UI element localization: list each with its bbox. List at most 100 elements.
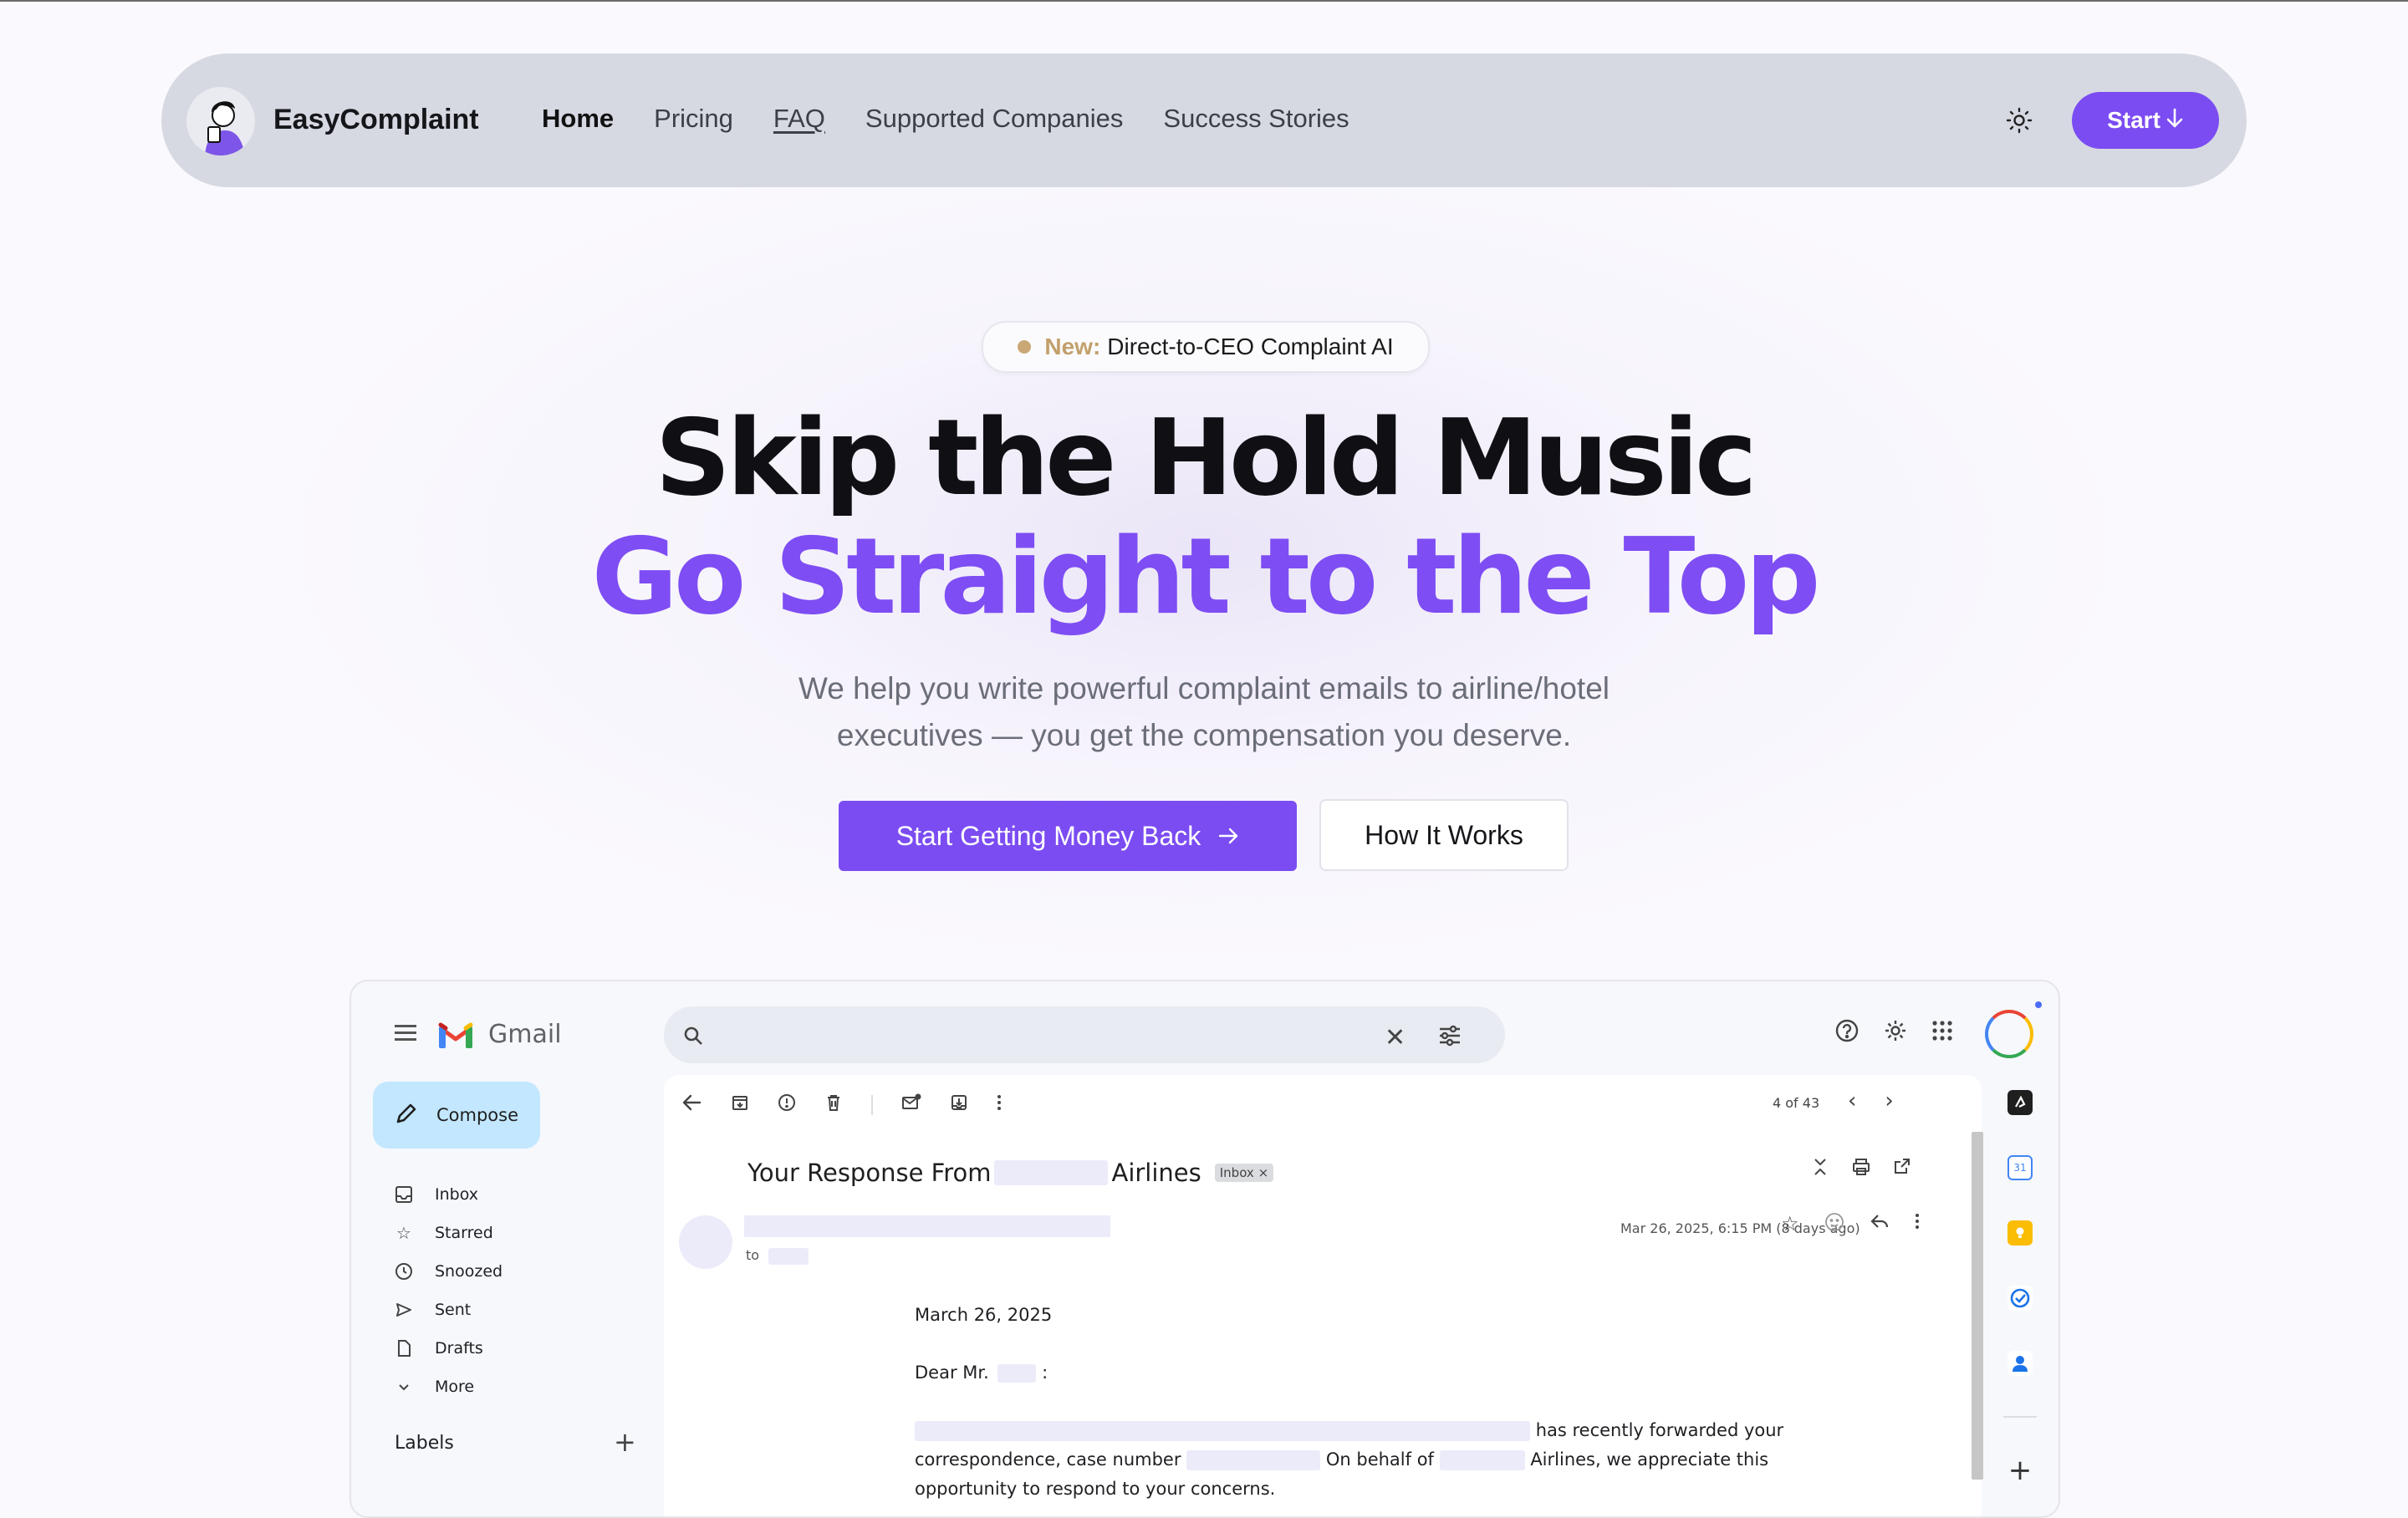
gmail-nav-label: Inbox bbox=[435, 1185, 478, 1204]
gmail-nav-inbox[interactable]: Inbox bbox=[395, 1175, 503, 1214]
how-it-works-button[interactable]: How It Works bbox=[1319, 799, 1569, 871]
start-button-label: Start bbox=[2107, 107, 2161, 133]
email-subject: Your Response From Airlines Inbox × bbox=[747, 1159, 1274, 1187]
gmail-nav-label: More bbox=[435, 1378, 475, 1396]
email-scrollbar[interactable] bbox=[1972, 1132, 1983, 1480]
redacted-block bbox=[994, 1160, 1109, 1185]
para-part-3: On behalf of bbox=[1325, 1449, 1434, 1470]
redacted-block bbox=[1186, 1450, 1321, 1470]
gmail-nav-starred[interactable]: ☆ Starred bbox=[395, 1214, 503, 1252]
contacts-icon[interactable] bbox=[2008, 1351, 2033, 1376]
gmail-nav-more[interactable]: More bbox=[395, 1368, 503, 1406]
nav-link-faq[interactable]: FAQ bbox=[773, 104, 825, 134]
email-view: 4 of 43 ‹ › Your Response From Airlines … bbox=[664, 1075, 1982, 1516]
email-body: March 26, 2025 Dear Mr. : has recently f… bbox=[915, 1301, 1793, 1504]
chevron-right-icon[interactable]: › bbox=[1885, 1088, 1893, 1113]
gmail-nav-drafts[interactable]: Drafts bbox=[395, 1329, 503, 1368]
brand-name[interactable]: EasyComplaint bbox=[273, 104, 479, 136]
logo-avatar[interactable] bbox=[186, 87, 255, 155]
redacted-block bbox=[1439, 1450, 1525, 1470]
report-spam-icon[interactable] bbox=[778, 1093, 796, 1117]
add-label-icon[interactable]: + bbox=[614, 1426, 636, 1458]
recipient-line: to bbox=[746, 1247, 809, 1265]
message-actions: ☆ bbox=[1781, 1212, 1920, 1237]
star-icon[interactable]: ☆ bbox=[1781, 1212, 1799, 1237]
gmail-nav-snoozed[interactable]: Snoozed bbox=[395, 1252, 503, 1291]
subject-actions bbox=[1811, 1157, 1911, 1182]
delete-icon[interactable] bbox=[824, 1093, 843, 1117]
inbox-label-chip[interactable]: Inbox × bbox=[1214, 1164, 1274, 1182]
star-icon: ☆ bbox=[396, 1223, 411, 1243]
more-vert-icon[interactable] bbox=[997, 1093, 1002, 1117]
archive-icon[interactable] bbox=[731, 1093, 749, 1117]
keep-icon[interactable] bbox=[2008, 1220, 2033, 1245]
search-icon[interactable] bbox=[682, 1025, 704, 1050]
pagination-controls: ‹ › bbox=[1848, 1088, 1894, 1113]
clock-icon bbox=[395, 1262, 413, 1281]
gmail-nav: Inbox ☆ Starred Snoozed Sent Drafts More bbox=[395, 1175, 503, 1406]
hero-title-line2: Go Straight to the Top bbox=[591, 515, 1820, 638]
compose-button[interactable]: Compose bbox=[373, 1082, 540, 1149]
mark-unread-icon[interactable] bbox=[901, 1093, 921, 1117]
nav-link-pricing[interactable]: Pricing bbox=[654, 104, 733, 134]
badge-dot-icon bbox=[1018, 340, 1032, 354]
menu-icon[interactable] bbox=[395, 1025, 416, 1042]
to-label: to bbox=[746, 1247, 760, 1263]
gmail-nav-sent[interactable]: Sent bbox=[395, 1291, 503, 1329]
nav-link-supported-companies[interactable]: Supported Companies bbox=[865, 104, 1123, 134]
tasks-icon[interactable] bbox=[2008, 1286, 2033, 1311]
print-icon[interactable] bbox=[1851, 1157, 1871, 1182]
gmail-nav-label: Sent bbox=[435, 1301, 472, 1319]
account-avatar-ring[interactable] bbox=[1985, 1010, 2033, 1058]
chevron-left-icon[interactable]: ‹ bbox=[1848, 1088, 1856, 1113]
reply-icon[interactable] bbox=[1870, 1212, 1890, 1237]
search-options-icon[interactable] bbox=[1438, 1025, 1462, 1050]
announcement-badge[interactable]: New: Direct-to-CEO Complaint AI bbox=[982, 321, 1430, 373]
gmail-nav-label: Starred bbox=[435, 1224, 493, 1242]
navbar: EasyComplaint Home Pricing FAQ Supported… bbox=[161, 53, 2247, 187]
subject-suffix: Airlines bbox=[1111, 1159, 1201, 1187]
gmail-top-icons bbox=[1834, 1018, 1953, 1047]
move-to-icon[interactable] bbox=[950, 1093, 968, 1117]
toolbar-divider bbox=[871, 1095, 873, 1115]
nav-link-home[interactable]: Home bbox=[542, 104, 614, 134]
gmail-search-bar[interactable]: ✕ bbox=[664, 1006, 1505, 1063]
redacted-block bbox=[915, 1421, 1530, 1441]
nav-link-success-stories[interactable]: Success Stories bbox=[1163, 104, 1349, 134]
apps-grid-icon[interactable] bbox=[1931, 1020, 1953, 1045]
window-top-border bbox=[0, 0, 2408, 2]
calendar-icon[interactable]: 31 bbox=[2008, 1155, 2033, 1180]
back-arrow-icon[interactable] bbox=[682, 1093, 702, 1117]
para-part-5: opportunity to respond to your concerns. bbox=[915, 1479, 1276, 1499]
sender-avatar bbox=[679, 1215, 732, 1269]
theme-toggle-sun-icon[interactable] bbox=[2004, 105, 2034, 135]
collapse-all-icon[interactable] bbox=[1811, 1157, 1829, 1182]
start-button[interactable]: Start bbox=[2072, 92, 2219, 149]
side-panel-rail: 31 + bbox=[1995, 1090, 2045, 1487]
hero-subtitle: We help you write powerful complaint ema… bbox=[702, 665, 1706, 759]
message-more-icon[interactable] bbox=[1915, 1212, 1920, 1237]
emoji-react-icon[interactable] bbox=[1824, 1212, 1844, 1237]
redacted-sender bbox=[744, 1215, 1110, 1237]
pagination-count: 4 of 43 bbox=[1773, 1095, 1820, 1111]
gmail-preview: Gmail ✕ Compose Inbox ☆ Starred Snoozed … bbox=[349, 980, 2060, 1518]
start-getting-money-back-button[interactable]: Start Getting Money Back bbox=[839, 801, 1297, 871]
hero-subtitle-line1: We help you write powerful complaint ema… bbox=[798, 671, 1610, 706]
compose-label: Compose bbox=[436, 1105, 519, 1125]
gmail-nav-label: Snoozed bbox=[435, 1262, 503, 1281]
nav-links: Home Pricing FAQ Supported Companies Suc… bbox=[542, 104, 1349, 134]
clear-search-icon[interactable]: ✕ bbox=[1385, 1023, 1406, 1052]
subject-prefix: Your Response From bbox=[747, 1159, 992, 1187]
rail-divider bbox=[2003, 1416, 2037, 1418]
addon-app-icon[interactable] bbox=[2008, 1090, 2033, 1115]
help-icon[interactable] bbox=[1834, 1018, 1860, 1047]
settings-gear-icon[interactable] bbox=[1883, 1018, 1908, 1047]
add-addon-icon[interactable]: + bbox=[2008, 1454, 2033, 1487]
labels-heading: Labels bbox=[395, 1433, 454, 1454]
open-new-window-icon[interactable] bbox=[1893, 1157, 1911, 1182]
body-date: March 26, 2025 bbox=[915, 1305, 1053, 1325]
redacted-block bbox=[997, 1364, 1037, 1383]
salutation-colon: : bbox=[1042, 1363, 1048, 1383]
arrow-down-icon bbox=[2166, 107, 2184, 135]
